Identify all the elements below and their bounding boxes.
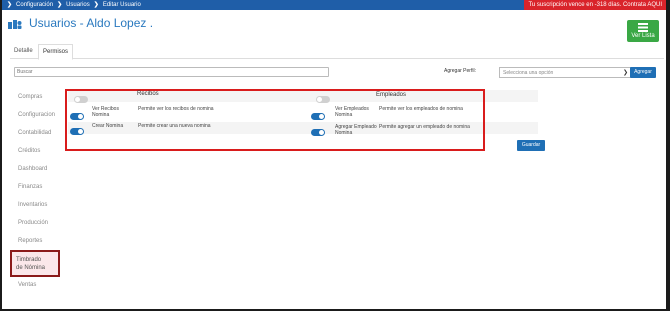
ver-empleados-toggle[interactable]: [311, 113, 325, 120]
sidebar-item-ventas[interactable]: Ventas: [18, 282, 36, 288]
view-list-button[interactable]: Ver Lista: [627, 20, 659, 42]
ver-empleados-name: Ver Empleados Nomina: [335, 106, 369, 118]
page-title: Usuarios - Aldo Lopez .: [29, 16, 154, 30]
users-icon: [8, 20, 22, 29]
breadcrumb: ❯ Configuración ❯ Usuarios ❯ Editar Usua…: [7, 0, 141, 10]
search-input[interactable]: [14, 67, 329, 77]
breadcrumb-configuracion[interactable]: Configuración: [16, 0, 53, 10]
crear-nomina-toggle[interactable]: [70, 128, 84, 135]
ver-recibos-toggle[interactable]: [70, 113, 84, 120]
sidebar-item-finanzas[interactable]: Finanzas: [18, 184, 42, 190]
sidebar-item-timbrado-de-nomina[interactable]: Timbrado de Nómina: [10, 250, 60, 277]
sidebar-item-timbrado-label: Timbrado de Nómina: [16, 256, 45, 272]
breadcrumb-usuarios[interactable]: Usuarios: [66, 0, 90, 10]
subscription-notice[interactable]: Tu suscripción vence en -318 días. Contr…: [524, 0, 666, 10]
sidebar-item-produccion[interactable]: Producción: [18, 220, 48, 226]
tab-detalle[interactable]: Detalle: [10, 44, 37, 58]
ver-empleados-name-2: Nomina: [335, 112, 353, 118]
ver-recibos-name-2: Nomina: [92, 112, 110, 118]
tab-permisos[interactable]: Permisos: [38, 44, 74, 60]
app-frame: ❯ Configuración ❯ Usuarios ❯ Editar Usua…: [2, 0, 666, 309]
agregar-empleado-name-2: Nomina: [335, 130, 353, 136]
chevron-right-icon: ❯: [7, 2, 13, 8]
chevron-right-icon: ❯: [57, 2, 63, 8]
view-list-label: Ver Lista: [631, 33, 655, 39]
chevron-down-icon: ❯: [622, 70, 628, 76]
recibos-title: Recibos: [137, 91, 159, 97]
highlighted-permissions-box: [65, 89, 485, 151]
recibos-group-toggle[interactable]: [74, 96, 88, 103]
save-button[interactable]: Guardar: [517, 140, 545, 151]
profile-select-value: Selecciona una opción: [503, 70, 554, 76]
breadcrumb-editar-usuario: Editar Usuario: [102, 2, 141, 8]
chevron-right-icon: ❯: [93, 2, 99, 8]
add-profile-button[interactable]: Agregar: [630, 67, 656, 78]
crear-nomina-name: Crear Nomina: [92, 123, 124, 129]
sidebar-item-reportes[interactable]: Reportes: [18, 238, 42, 244]
sidebar-item-creditos[interactable]: Créditos: [18, 148, 40, 154]
sidebar-item-configuracion[interactable]: Configuracion: [18, 112, 55, 118]
crear-nomina-desc: Permite crear una nueva nomina: [138, 123, 211, 129]
ver-empleados-desc: Permite ver los empleados de nomina: [379, 106, 463, 112]
sidebar-item-dashboard[interactable]: Dashboard: [18, 166, 47, 172]
empleados-group-toggle[interactable]: [316, 96, 330, 103]
list-icon: [638, 23, 648, 32]
timbrado-line2: de Nómina: [16, 265, 46, 271]
timbrado-line1: Timbrado: [16, 257, 42, 263]
ver-recibos-name: Ver Recibos Nomina: [92, 106, 119, 118]
sidebar-item-contabilidad[interactable]: Contabilidad: [18, 130, 51, 136]
sidebar-item-inventarios[interactable]: Inventarios: [18, 202, 47, 208]
sidebar-item-compras[interactable]: Compras: [18, 94, 42, 100]
profile-select[interactable]: Selecciona una opción ❯: [499, 67, 631, 78]
top-bar: ❯ Configuración ❯ Usuarios ❯ Editar Usua…: [2, 0, 666, 10]
ver-recibos-desc: Permite ver los recibos de nomina: [138, 106, 214, 112]
empleados-title: Empleados: [376, 92, 407, 98]
add-profile-label: Agregar Perfil:: [444, 68, 476, 74]
tab-bar: Detalle Permisos: [10, 44, 664, 60]
agregar-empleado-toggle[interactable]: [311, 129, 325, 136]
agregar-empleado-name: Agregar Empleado Nomina: [335, 124, 377, 136]
agregar-empleado-desc: Permite agregar un empleado de nomina: [379, 124, 470, 130]
